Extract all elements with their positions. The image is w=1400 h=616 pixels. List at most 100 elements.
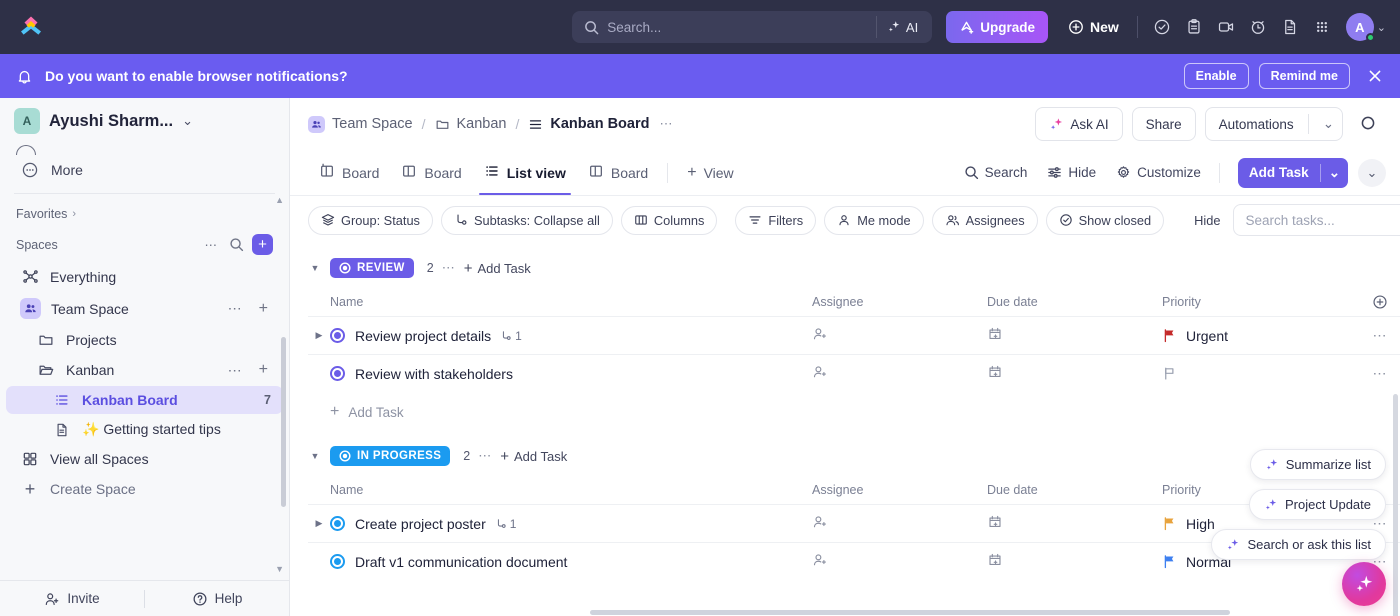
- tab-board-2[interactable]: Board: [390, 150, 472, 195]
- chip-subtasks[interactable]: Subtasks: Collapse all: [440, 205, 613, 235]
- due-date-cell[interactable]: [987, 364, 1162, 383]
- clipboard-icon[interactable]: [1178, 11, 1210, 43]
- breadcrumb-more-icon[interactable]: ⋯: [659, 116, 673, 132]
- add-view-button[interactable]: + View: [676, 150, 744, 195]
- row-menu-icon[interactable]: ⋯: [1360, 327, 1400, 344]
- collapse-toolbar-button[interactable]: ⌄: [1358, 158, 1386, 187]
- workspace-selector[interactable]: A Ayushi Sharm... ⌄: [0, 98, 289, 143]
- sidebar-item-team-space[interactable]: Team Space ⋯ +: [6, 292, 283, 325]
- tab-list-view[interactable]: List view: [473, 150, 577, 195]
- sidebar-item-kanban-folder[interactable]: Kanban ⋯ +: [6, 355, 283, 385]
- expand-subtasks-caret-icon[interactable]: ▶: [308, 330, 330, 341]
- view-hide-button[interactable]: Hide: [1037, 165, 1106, 180]
- chip-columns[interactable]: Columns: [620, 205, 718, 235]
- assignee-cell[interactable]: [812, 326, 987, 345]
- inline-add-task-review[interactable]: + Add Task: [308, 392, 1400, 432]
- invite-button[interactable]: Invite: [0, 581, 144, 616]
- ask-ai-button[interactable]: Ask AI: [1035, 107, 1123, 141]
- sidebar-item-more[interactable]: More: [6, 155, 283, 185]
- sidebar-item-everything[interactable]: Everything: [6, 262, 283, 291]
- expand-subtasks-caret-icon[interactable]: ▶: [308, 518, 330, 529]
- chip-assignees[interactable]: Assignees: [931, 205, 1038, 235]
- collapse-group-caret-icon[interactable]: ▼: [308, 263, 322, 273]
- kanban-folder-add-icon[interactable]: +: [256, 361, 271, 379]
- team-space-more-icon[interactable]: ⋯: [225, 300, 246, 317]
- scroll-up-arrow-icon[interactable]: ▲: [275, 195, 284, 205]
- header-search-icon[interactable]: [1352, 107, 1386, 141]
- new-button[interactable]: New: [1058, 11, 1129, 43]
- project-update-button[interactable]: Project Update: [1249, 489, 1386, 520]
- sidebar-item-create-space[interactable]: + Create Space: [6, 474, 283, 504]
- sidebar-item-kanban-board[interactable]: Kanban Board 7: [6, 386, 283, 414]
- chip-show-closed[interactable]: Show closed: [1045, 205, 1165, 235]
- task-status-icon[interactable]: [330, 516, 345, 531]
- sidebar-scrollbar[interactable]: ▲ ▼: [275, 195, 286, 574]
- task-status-icon[interactable]: [330, 554, 345, 569]
- task-status-icon[interactable]: [330, 366, 345, 381]
- due-date-cell[interactable]: [987, 514, 1162, 533]
- chevron-down-icon[interactable]: ⌄: [1315, 116, 1334, 132]
- summarize-list-button[interactable]: Summarize list: [1249, 449, 1386, 480]
- tab-board-3[interactable]: Board: [577, 150, 659, 195]
- tab-board-1[interactable]: Board: [308, 150, 390, 195]
- remind-me-button[interactable]: Remind me: [1258, 63, 1350, 89]
- breadcrumb-item-team-space[interactable]: Team Space: [308, 115, 413, 133]
- search-or-ask-list-button[interactable]: Search or ask this list: [1211, 529, 1386, 560]
- add-column-icon[interactable]: [1360, 294, 1400, 310]
- main-scrollbar[interactable]: [1393, 394, 1398, 616]
- table-row[interactable]: Review with stakeholders ⋯: [308, 354, 1400, 392]
- add-space-button[interactable]: +: [252, 234, 273, 255]
- global-ai-button[interactable]: AI: [875, 16, 928, 38]
- share-button[interactable]: Share: [1131, 107, 1196, 141]
- global-search-input[interactable]: [607, 12, 876, 42]
- document-icon[interactable]: [1274, 11, 1306, 43]
- apps-grid-icon[interactable]: [1306, 11, 1338, 43]
- group-more-icon[interactable]: ⋯: [442, 260, 456, 276]
- status-badge-review[interactable]: REVIEW: [330, 258, 414, 278]
- task-search-input[interactable]: [1232, 204, 1400, 236]
- horizontal-scrollbar[interactable]: [580, 609, 1400, 616]
- row-menu-icon[interactable]: ⋯: [1360, 365, 1400, 382]
- sidebar-item-projects[interactable]: Projects: [6, 326, 283, 354]
- automations-button[interactable]: Automations ⌄: [1204, 107, 1343, 141]
- task-status-icon[interactable]: [330, 328, 345, 343]
- sidebar-scrollbar-thumb[interactable]: [281, 337, 286, 507]
- due-date-cell[interactable]: [987, 326, 1162, 345]
- spaces-search-icon[interactable]: [226, 237, 247, 252]
- table-row[interactable]: ▶ Review project details 1 Urgent ⋯: [308, 316, 1400, 354]
- favorites-section-header[interactable]: Favorites ›: [0, 200, 289, 227]
- assignee-cell[interactable]: [812, 552, 987, 571]
- main-scrollbar-thumb[interactable]: [1393, 394, 1398, 616]
- breadcrumb-item-kanban-board[interactable]: Kanban Board: [528, 116, 649, 132]
- alarm-clock-icon[interactable]: [1242, 11, 1274, 43]
- check-circle-icon[interactable]: [1146, 11, 1178, 43]
- breadcrumb-item-kanban[interactable]: Kanban: [435, 116, 507, 132]
- upgrade-button[interactable]: Upgrade: [946, 11, 1048, 43]
- priority-cell[interactable]: [1162, 366, 1360, 381]
- due-date-cell[interactable]: [987, 552, 1162, 571]
- status-badge-in-progress[interactable]: IN PROGRESS: [330, 446, 451, 466]
- chip-me-mode[interactable]: Me mode: [824, 205, 924, 235]
- add-task-button[interactable]: Add Task ⌄: [1237, 157, 1348, 188]
- hide-filters-button[interactable]: Hide: [1182, 213, 1232, 228]
- chip-filters[interactable]: Filters: [735, 205, 817, 235]
- kanban-folder-more-icon[interactable]: ⋯: [225, 362, 246, 379]
- assignee-cell[interactable]: [812, 364, 987, 383]
- group-add-task-button[interactable]: + Add Task: [464, 261, 531, 276]
- priority-cell[interactable]: Urgent: [1162, 328, 1360, 344]
- sidebar-item-getting-started-tips[interactable]: ✨ Getting started tips: [6, 415, 283, 444]
- spaces-more-icon[interactable]: ⋯: [202, 237, 222, 252]
- assignee-cell[interactable]: [812, 514, 987, 533]
- scroll-down-arrow-icon[interactable]: ▼: [275, 564, 284, 574]
- group-add-task-button[interactable]: + Add Task: [500, 449, 567, 464]
- chevron-down-icon[interactable]: ⌄: [1321, 165, 1348, 181]
- clickup-logo-icon[interactable]: [14, 10, 48, 44]
- help-button[interactable]: Help: [145, 581, 289, 616]
- close-icon[interactable]: [1366, 67, 1384, 85]
- view-search-button[interactable]: Search: [954, 165, 1038, 180]
- collapse-group-caret-icon[interactable]: ▼: [308, 451, 322, 461]
- team-space-add-icon[interactable]: +: [256, 300, 271, 318]
- ai-assistant-button[interactable]: [1342, 562, 1386, 606]
- user-avatar-menu[interactable]: A ⌄: [1345, 13, 1386, 42]
- video-camera-icon[interactable]: [1210, 11, 1242, 43]
